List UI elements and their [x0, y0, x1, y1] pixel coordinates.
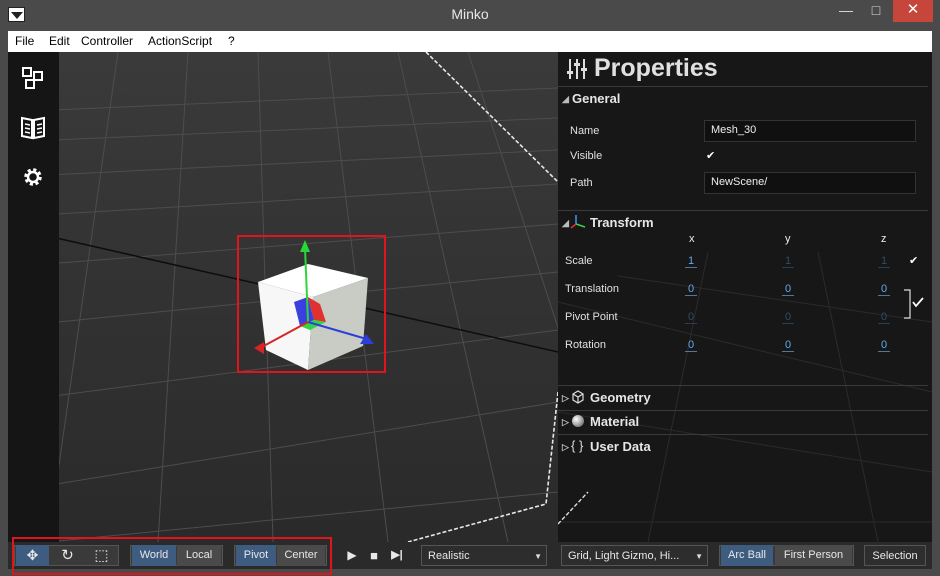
collapsed-icon: ▷: [562, 393, 569, 403]
translation-z-value[interactable]: 0: [878, 283, 890, 296]
collapsed-icon: ▷: [562, 442, 569, 452]
pivot-y-value[interactable]: 0: [782, 311, 794, 324]
pivot-origin-button[interactable]: Pivot: [236, 545, 276, 566]
braces-icon: { }: [571, 438, 584, 453]
divider: [558, 86, 928, 87]
section-material-label: Material: [590, 414, 640, 429]
path-field[interactable]: NewScene/: [704, 172, 916, 194]
scale-z-value[interactable]: 1: [878, 255, 890, 268]
transform-axes-icon: [570, 215, 586, 229]
menu-file[interactable]: File: [15, 34, 34, 48]
render-mode-value: Realistic: [428, 550, 470, 562]
name-label: Name: [570, 125, 600, 137]
rotation-x-value[interactable]: 0: [685, 339, 697, 352]
uniform-scale-checkbox[interactable]: ✔: [909, 256, 921, 268]
move-arrows-icon: ✥: [26, 547, 39, 563]
pivot-x-value[interactable]: 0: [685, 311, 697, 324]
scene-graph-icon[interactable]: [18, 63, 48, 93]
axis-x-label: x: [689, 233, 695, 245]
gear-icon[interactable]: [18, 162, 48, 192]
overlay-dropdown[interactable]: Grid, Light Gizmo, Hi... ▼: [561, 545, 708, 566]
center-origin-button[interactable]: Center: [277, 545, 325, 566]
visible-label: Visible: [570, 150, 603, 162]
translate-tool-button[interactable]: ✥: [16, 545, 49, 566]
translation-y-value[interactable]: 0: [782, 283, 794, 296]
step-button[interactable]: ▶|: [386, 545, 408, 566]
rotation-z-value[interactable]: 0: [878, 339, 890, 352]
properties-panel: Properties ◢ General Name Mesh_30 Visibl…: [558, 52, 932, 542]
section-user-data[interactable]: ▷ { } User Data: [558, 438, 928, 458]
menu-actionscript[interactable]: ActionScript: [148, 34, 212, 48]
path-label: Path: [570, 177, 593, 189]
scale-label: Scale: [565, 255, 593, 267]
axis-z-label: z: [881, 233, 887, 245]
close-button[interactable]: ✕: [893, 0, 933, 22]
cube-icon: [572, 390, 584, 404]
section-transform-label: Transform: [590, 215, 654, 230]
bottom-toolbar: ✥ ↻ ⬚ World Local Pivot Center ▶ ■ ▶| Re…: [8, 542, 932, 569]
section-geometry-label: Geometry: [590, 390, 651, 405]
section-material[interactable]: ▷ Material: [558, 413, 928, 433]
play-icon: ▶: [347, 548, 357, 562]
rotate-icon: ↻: [61, 547, 74, 564]
app-window: Minko — □ ✕ File Edit Controller ActionS…: [0, 0, 940, 576]
scene-render: [8, 52, 558, 542]
pivot-point-label: Pivot Point: [565, 311, 618, 323]
sliders-icon: [567, 59, 587, 79]
chevron-down-icon: ▼: [695, 552, 703, 561]
collapsed-icon: ▷: [562, 417, 569, 427]
window-title: Minko: [451, 6, 489, 22]
local-space-button[interactable]: Local: [177, 545, 221, 566]
section-user-data-label: User Data: [590, 439, 651, 454]
minimize-button[interactable]: —: [832, 0, 860, 22]
scene-viewport[interactable]: [8, 52, 558, 542]
visible-checkbox[interactable]: ✔: [706, 151, 718, 163]
render-mode-dropdown[interactable]: Realistic ▼: [421, 545, 547, 566]
menu-controller[interactable]: Controller: [81, 34, 133, 48]
scale-x-value[interactable]: 1: [685, 255, 697, 268]
menu-help[interactable]: ?: [228, 34, 235, 48]
selection-button[interactable]: Selection: [864, 545, 926, 566]
pivot-z-value[interactable]: 0: [878, 311, 890, 324]
section-transform[interactable]: ◢ Transform: [558, 214, 928, 234]
link-pivot-translation[interactable]: [902, 288, 928, 320]
arc-ball-camera-button[interactable]: Arc Ball: [721, 545, 773, 566]
section-general-label: General: [572, 91, 621, 106]
translation-label: Translation: [565, 283, 620, 295]
rotation-label: Rotation: [565, 339, 606, 351]
stop-button[interactable]: ■: [364, 545, 384, 566]
properties-title: Properties: [594, 54, 718, 82]
title-bar: Minko — □ ✕: [0, 0, 940, 31]
menu-edit[interactable]: Edit: [49, 34, 70, 48]
axis-y-label: y: [785, 233, 791, 245]
divider: [558, 385, 928, 386]
scale-box-icon: ⬚: [94, 547, 109, 564]
library-icon[interactable]: [18, 112, 48, 142]
section-geometry[interactable]: ▷ Geometry: [558, 389, 928, 409]
menu-bar: File Edit Controller ActionScript ?: [8, 31, 932, 52]
world-space-button[interactable]: World: [132, 545, 176, 566]
rotation-y-value[interactable]: 0: [782, 339, 794, 352]
chevron-down-icon: ▼: [534, 552, 542, 561]
step-forward-icon: ▶|: [391, 549, 403, 561]
divider: [558, 434, 928, 435]
divider: [558, 410, 928, 411]
name-field[interactable]: Mesh_30: [704, 120, 916, 142]
expanded-icon: ◢: [562, 218, 569, 228]
scale-y-value[interactable]: 1: [782, 255, 794, 268]
overlay-value: Grid, Light Gizmo, Hi...: [568, 550, 680, 562]
stop-icon: ■: [370, 548, 378, 563]
rotate-tool-button[interactable]: ↻: [51, 545, 84, 566]
divider: [558, 210, 928, 211]
play-button[interactable]: ▶: [342, 545, 362, 566]
expanded-icon: ◢: [562, 94, 569, 104]
first-person-camera-button[interactable]: First Person: [775, 545, 852, 566]
maximize-button[interactable]: □: [862, 0, 890, 22]
translation-x-value[interactable]: 0: [685, 283, 697, 296]
section-general[interactable]: ◢ General: [558, 90, 928, 110]
left-toolbar: [8, 52, 59, 542]
sphere-icon: [572, 415, 584, 427]
scale-tool-button[interactable]: ⬚: [86, 545, 117, 566]
